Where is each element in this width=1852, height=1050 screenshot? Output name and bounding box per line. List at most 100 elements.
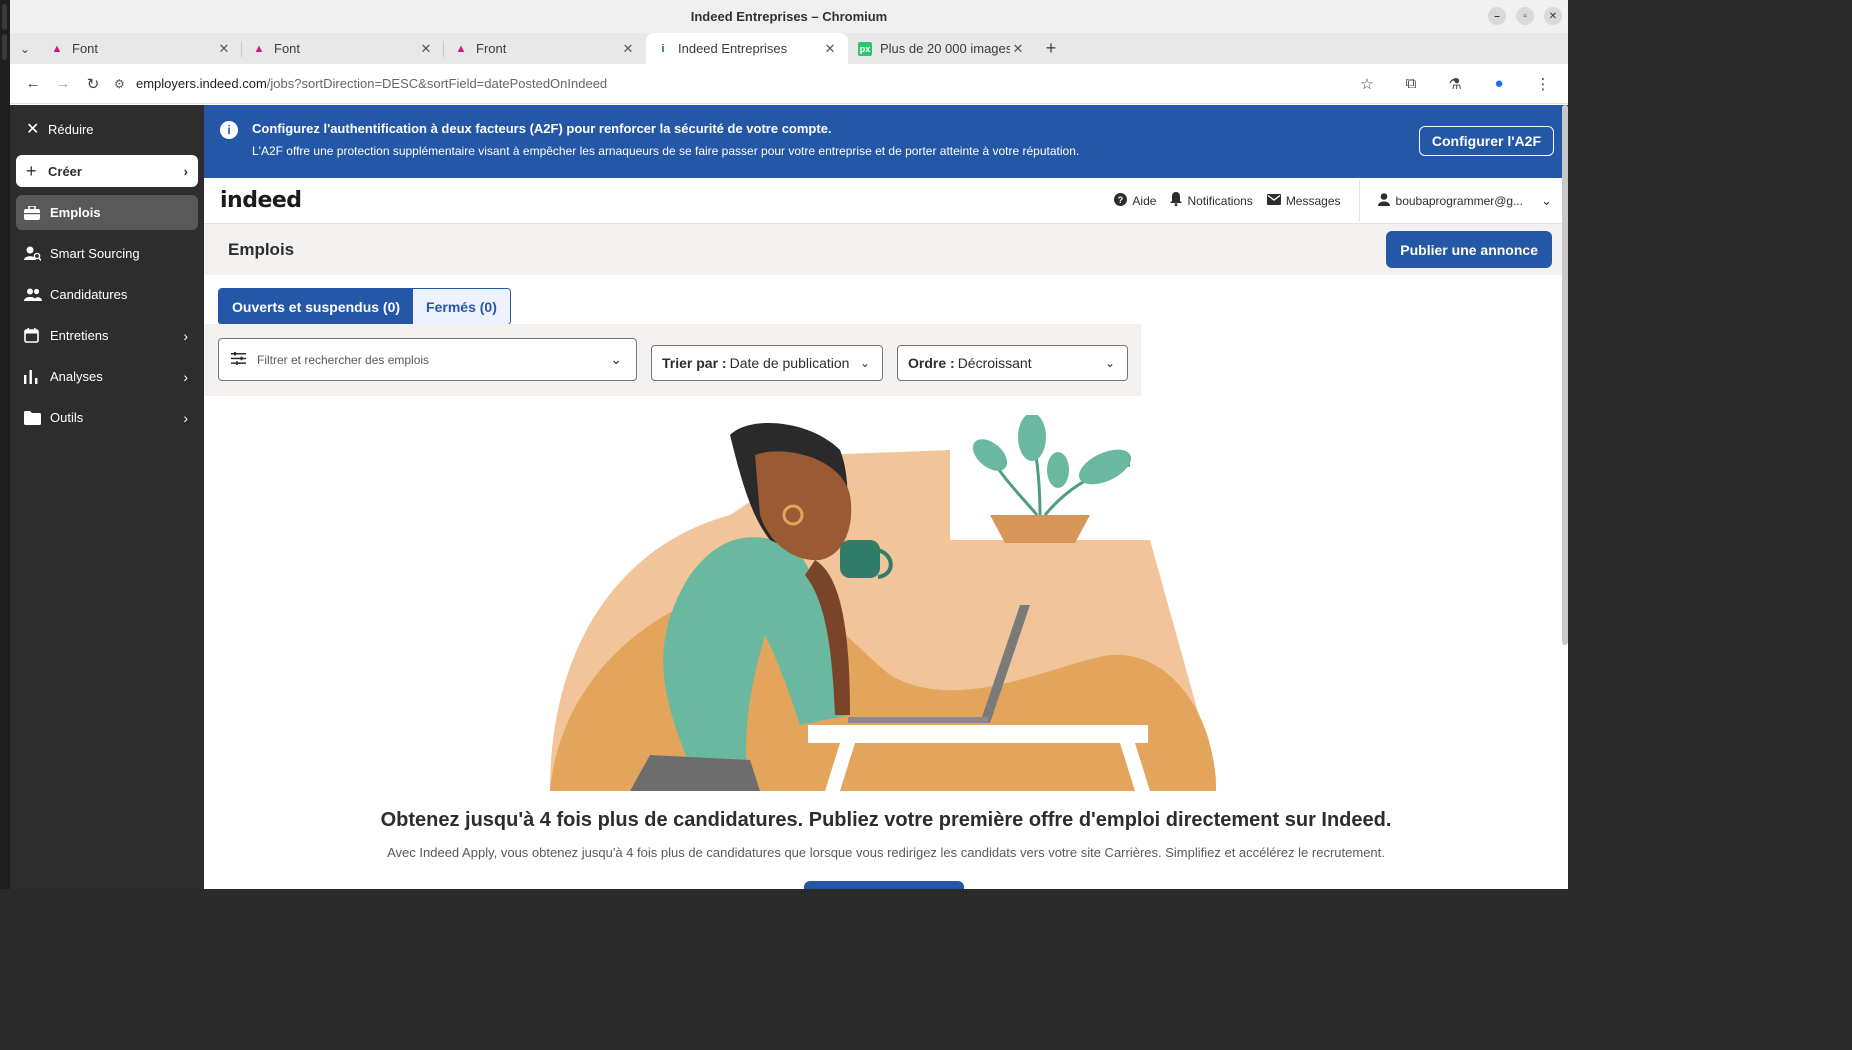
new-tab-icon[interactable]: +	[1036, 33, 1066, 64]
mail-icon	[1266, 193, 1281, 208]
sidebar: ✕ Réduire + Créer › Emplois Smart Sourci…	[10, 105, 204, 889]
forward-icon[interactable]: →	[48, 69, 78, 99]
plus-icon: +	[26, 160, 37, 181]
indeed-header: indeed ? Aide Notifications Messages bou…	[204, 178, 1568, 224]
maximize-button[interactable]: ▫	[1516, 7, 1534, 25]
sidebar-item-analyses[interactable]: Analyses ›	[16, 359, 198, 394]
info-icon: i	[220, 121, 238, 139]
account-menu[interactable]: boubaprogrammer@g... ⌄	[1377, 192, 1552, 209]
help-link[interactable]: ? Aide	[1114, 192, 1157, 209]
extensions-icon[interactable]: ⧉	[1396, 69, 1426, 99]
promo-cta-button[interactable]	[804, 881, 964, 889]
chevron-down-icon: ⌄	[610, 351, 622, 367]
sidebar-item-entretiens[interactable]: Entretiens ›	[16, 318, 198, 353]
help-icon: ?	[1114, 192, 1128, 209]
sidebar-item-label: Smart Sourcing	[50, 246, 140, 261]
close-tab-icon[interactable]: ✕	[1010, 41, 1026, 57]
chevron-down-icon: ⌄	[859, 356, 870, 370]
chevron-right-icon: ›	[183, 409, 188, 426]
close-tab-icon[interactable]: ✕	[418, 41, 434, 57]
tab-search-icon[interactable]: ⌄	[10, 33, 40, 64]
publish-job-button[interactable]: Publier une annonce	[1386, 231, 1552, 268]
close-tab-icon[interactable]: ✕	[620, 41, 636, 57]
notifications-label: Notifications	[1187, 193, 1253, 208]
messages-link[interactable]: Messages	[1266, 193, 1341, 208]
browser-tab[interactable]: px Plus de 20 000 images de ✕	[848, 33, 1036, 64]
sidebar-item-emplois[interactable]: Emplois	[16, 195, 198, 230]
sort-dropdown[interactable]: Trier par : Date de publication ⌄	[651, 345, 883, 381]
sidebar-item-label: Candidatures	[50, 287, 128, 302]
people-icon	[24, 288, 50, 301]
sidebar-item-smart-sourcing[interactable]: Smart Sourcing	[16, 236, 198, 271]
jobs-titlebar: Emplois Publier une annonce	[204, 224, 1568, 275]
folder-icon	[24, 410, 50, 425]
empty-state-illustration	[550, 415, 1216, 791]
sidebar-item-label: Outils	[50, 410, 84, 425]
chevron-down-icon: ⌄	[1541, 192, 1552, 208]
order-dropdown[interactable]: Ordre : Décroissant ⌄	[897, 345, 1128, 381]
job-status-tabs: Ouverts et suspendus (0) Fermés (0)	[218, 288, 511, 325]
minimize-button[interactable]: –	[1488, 7, 1506, 25]
chevron-right-icon: ›	[183, 368, 188, 385]
close-tab-icon[interactable]: ✕	[216, 41, 232, 57]
close-window-button[interactable]: ✕	[1544, 7, 1562, 25]
page-scrollbar[interactable]	[1562, 105, 1568, 645]
page-content: ✕ Réduire + Créer › Emplois Smart Sourci…	[10, 105, 1568, 889]
tab-title: Indeed Entreprises	[678, 41, 788, 56]
angular-icon: ▲	[455, 42, 467, 55]
browser-tab[interactable]: ▲ Font ✕	[40, 33, 242, 64]
close-icon: ✕	[26, 121, 40, 138]
user-email: boubaprogrammer@g...	[1395, 193, 1524, 208]
browser-tab[interactable]: ▲ Font ✕	[242, 33, 444, 64]
configure-a2f-button[interactable]: Configurer l'A2F	[1418, 126, 1554, 156]
address-bar[interactable]: ⚙ employers.indeed.com/jobs?sortDirectio…	[114, 69, 1352, 99]
create-button[interactable]: + Créer ›	[16, 155, 198, 187]
calendar-icon	[24, 328, 50, 343]
notifications-link[interactable]: Notifications	[1170, 192, 1253, 209]
angular-icon: ▲	[253, 42, 265, 55]
order-value: Décroissant	[957, 355, 1032, 371]
sliders-icon	[231, 351, 257, 368]
sort-label: Trier par :	[662, 355, 727, 371]
chevron-right-icon: ›	[183, 163, 188, 179]
chevron-right-icon: ›	[183, 327, 188, 344]
banner-text: L'A2F offre une protection supplémentair…	[252, 144, 1080, 158]
reload-icon[interactable]: ↻	[78, 69, 108, 99]
bell-icon	[1170, 192, 1183, 209]
profile-avatar-icon[interactable]: ●	[1484, 69, 1514, 99]
collapse-label: Réduire	[48, 121, 94, 137]
bar-chart-icon	[24, 369, 50, 384]
sidebar-item-candidatures[interactable]: Candidatures	[16, 277, 198, 312]
url-path: /jobs?sortDirection=DESC&sortField=dateP…	[266, 76, 608, 91]
browser-window: Indeed Entreprises – Chromium – ▫ ✕ ⌄ ▲ …	[10, 0, 1568, 889]
sidebar-item-outils[interactable]: Outils ›	[16, 400, 198, 435]
search-placeholder: Filtrer et rechercher des emplois	[257, 352, 430, 367]
sidebar-item-label: Entretiens	[50, 328, 109, 343]
indeed-icon: i	[661, 42, 665, 55]
tab-strip: ⌄ ▲ Font ✕ ▲ Font ✕ ▲ Front ✕ i Indeed E…	[10, 33, 1568, 64]
user-icon	[1377, 192, 1390, 209]
help-label: Aide	[1132, 193, 1157, 208]
sort-value: Date de publication	[729, 355, 850, 371]
person-search-icon	[24, 246, 50, 261]
promo-title: Obtenez jusqu'à 4 fois plus de candidatu…	[380, 809, 1392, 831]
job-search-filter[interactable]: Filtrer et rechercher des emplois ⌄	[218, 338, 637, 381]
back-icon[interactable]: ←	[18, 69, 48, 99]
sidebar-item-label: Analyses	[50, 369, 103, 384]
browser-tab-active[interactable]: i Indeed Entreprises ✕	[646, 33, 848, 64]
collapse-sidebar-button[interactable]: ✕ Réduire	[10, 105, 204, 153]
close-tab-icon[interactable]: ✕	[822, 41, 838, 57]
filters-bar: Filtrer et rechercher des emplois ⌄ Trie…	[204, 324, 1141, 396]
site-info-icon[interactable]: ⚙	[114, 77, 136, 91]
labs-flask-icon[interactable]: ⚗	[1440, 69, 1470, 99]
tab-closed[interactable]: Fermés (0)	[413, 289, 510, 324]
browser-tab[interactable]: ▲ Front ✕	[444, 33, 646, 64]
page-title: Emplois	[228, 239, 295, 259]
order-label: Ordre :	[908, 355, 955, 371]
bookmark-star-icon[interactable]: ☆	[1352, 69, 1382, 99]
indeed-logo[interactable]: indeed	[220, 188, 302, 213]
tab-title: Font	[274, 41, 301, 56]
tab-open-suspended[interactable]: Ouverts et suspendus (0)	[219, 289, 414, 324]
menu-kebab-icon[interactable]: ⋮	[1528, 69, 1558, 99]
tab-title: Front	[476, 41, 507, 56]
